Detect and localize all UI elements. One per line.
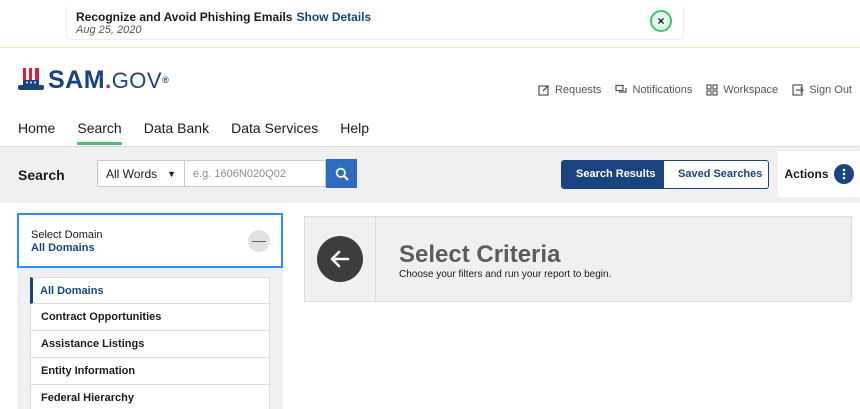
grid-icon <box>706 84 718 96</box>
alert-title-text: Recognize and Avoid Phishing Emails <box>76 10 293 24</box>
alert-date: Aug 25, 2020 <box>76 24 142 36</box>
logo-dot: . <box>105 68 112 93</box>
collapse-icon[interactable]: — <box>248 230 270 252</box>
sign-out-icon <box>792 84 805 96</box>
sign-out-label: Sign Out <box>809 84 852 96</box>
search-bar: Search All Words ▼ Search Results Saved … <box>0 147 860 203</box>
uncle-sam-hat-icon <box>18 68 44 90</box>
sign-out-link[interactable]: Sign Out <box>792 84 852 96</box>
select-criteria-card: Select Criteria Choose your filters and … <box>304 216 852 302</box>
domain-option-assistance-listings[interactable]: Assistance Listings <box>30 331 270 358</box>
domain-option-contract-opportunities[interactable]: Contract Opportunities <box>30 304 270 331</box>
notifications-link[interactable]: Notifications <box>615 84 692 96</box>
domain-option-federal-hierarchy[interactable]: Federal Hierarchy <box>30 385 270 409</box>
search-mode-select[interactable]: All Words ▼ <box>97 160 185 187</box>
logo-registered: ® <box>162 75 170 85</box>
domain-value: All Domains <box>31 242 95 254</box>
search-label: Search <box>18 167 65 183</box>
domain-option-all-domains[interactable]: All Domains <box>30 277 270 304</box>
nav-data-services[interactable]: Data Services <box>231 120 318 145</box>
notifications-label: Notifications <box>632 84 693 96</box>
criteria-icon-box <box>305 217 376 301</box>
utility-nav: Requests Notifications Workspace Sign Ou… <box>538 84 852 96</box>
arrow-left-icon <box>317 236 363 282</box>
nav-help[interactable]: Help <box>340 120 369 145</box>
actions-button[interactable]: Actions <box>778 151 860 197</box>
results-toggle: Search Results Saved Searches <box>561 160 769 189</box>
domain-label: Select Domain <box>31 229 103 241</box>
domain-selector[interactable]: Select Domain All Domains — <box>17 213 283 268</box>
nav-search[interactable]: Search <box>77 120 123 145</box>
caret-down-icon: ▼ <box>167 168 176 179</box>
show-details-link[interactable]: Show Details <box>296 10 371 24</box>
close-icon[interactable]: × <box>650 10 672 32</box>
domain-option-entity-information[interactable]: Entity Information <box>30 358 270 385</box>
actions-label: Actions <box>784 167 829 181</box>
alert-card: Recognize and Avoid Phishing Emails Show … <box>66 6 684 40</box>
search-results-tab[interactable]: Search Results <box>562 161 664 188</box>
sam-gov-logo[interactable]: SAM.GOV® <box>18 64 169 94</box>
requests-link[interactable]: Requests <box>538 84 601 96</box>
workspace-link[interactable]: Workspace <box>706 84 778 96</box>
logo-main: SAM <box>48 66 106 94</box>
search-icon <box>335 167 349 181</box>
alert-title: Recognize and Avoid Phishing Emails Show … <box>76 10 371 24</box>
logo-suffix: GOV <box>111 68 163 93</box>
logo-wordmark: SAM.GOV® <box>48 67 169 94</box>
edit-icon <box>538 85 549 96</box>
domain-list: All Domains Contract Opportunities Assis… <box>30 277 270 409</box>
requests-label: Requests <box>554 84 602 96</box>
criteria-subtitle: Choose your filters and run your report … <box>399 269 612 280</box>
search-button[interactable] <box>326 159 357 188</box>
main-nav: Home Search Data Bank Data Services Help <box>18 120 369 145</box>
criteria-title: Select Criteria <box>399 241 561 268</box>
chat-icon <box>615 84 628 93</box>
saved-searches-tab[interactable]: Saved Searches <box>664 161 768 188</box>
workspace-label: Workspace <box>723 84 779 96</box>
more-vertical-icon <box>833 164 854 184</box>
search-mode-value: All Words <box>106 166 158 181</box>
nav-data-bank[interactable]: Data Bank <box>144 120 209 145</box>
alert-banner: Recognize and Avoid Phishing Emails Show … <box>0 0 860 48</box>
search-input[interactable] <box>185 160 326 187</box>
nav-home[interactable]: Home <box>18 120 55 145</box>
